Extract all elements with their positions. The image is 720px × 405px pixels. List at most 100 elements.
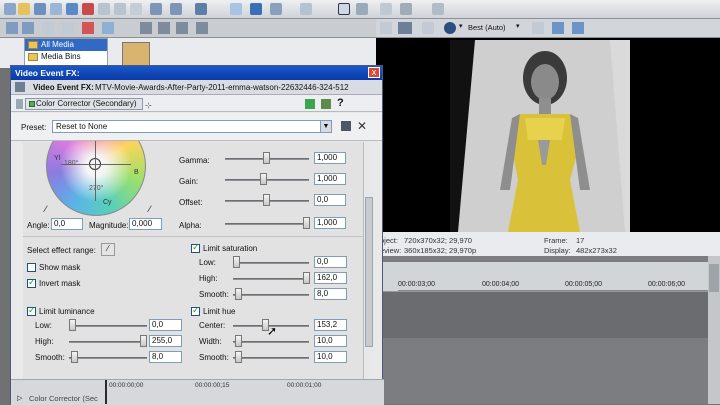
alpha-slider[interactable] — [225, 223, 309, 225]
limit-luminance-checkbox[interactable] — [27, 305, 36, 316]
folder-up-icon[interactable] — [42, 22, 54, 34]
hue-width-thumb[interactable] — [235, 335, 242, 347]
help-icon[interactable]: ? — [337, 97, 344, 109]
hue-width-slider[interactable] — [233, 341, 309, 343]
chevron-down-icon[interactable]: ▼ — [320, 121, 331, 132]
lum-high-input[interactable]: 255,0 — [149, 335, 182, 347]
envelope-tool-icon[interactable] — [356, 3, 368, 15]
crossfade-icon[interactable] — [270, 3, 282, 15]
paste-icon[interactable] — [114, 3, 126, 15]
gain-input[interactable]: 1,000 — [314, 173, 346, 185]
sat-smooth-thumb[interactable] — [235, 288, 242, 300]
copy-icon[interactable] — [98, 3, 110, 15]
sat-high-slider[interactable] — [233, 278, 309, 280]
sat-high-thumb[interactable] — [303, 272, 310, 284]
alpha-slider-thumb[interactable] — [303, 217, 310, 229]
zoom-tool-icon[interactable] — [400, 3, 412, 15]
limit-hue-checkbox[interactable] — [191, 305, 200, 316]
lum-low-slider[interactable] — [69, 325, 147, 327]
properties-icon[interactable] — [50, 3, 62, 15]
video-fx-icon[interactable] — [444, 22, 456, 34]
media-thumbnail[interactable] — [122, 42, 150, 66]
views-icon[interactable] — [196, 22, 208, 34]
overlays-icon[interactable] — [532, 22, 544, 34]
split-screen-icon[interactable] — [422, 22, 434, 34]
chevron-down-icon[interactable]: ▾ — [516, 22, 524, 34]
lock-envelopes-icon[interactable] — [300, 3, 312, 15]
hue-smooth-thumb[interactable] — [235, 351, 242, 363]
media-fx-icon[interactable] — [102, 22, 114, 34]
close-button[interactable]: x — [368, 67, 380, 78]
offset-slider-thumb[interactable] — [263, 194, 270, 206]
play-icon[interactable] — [140, 22, 152, 34]
hue-smooth-slider[interactable] — [233, 357, 309, 359]
sat-low-thumb[interactable] — [233, 256, 240, 268]
scrollbar-thumb[interactable] — [709, 264, 719, 292]
scrollbar-thumb[interactable] — [365, 197, 373, 347]
help-icon[interactable] — [432, 3, 444, 15]
auto-ripple-icon[interactable] — [250, 3, 262, 15]
lum-low-input[interactable]: 0,0 — [149, 319, 182, 331]
lum-smooth-slider[interactable] — [69, 357, 147, 359]
lum-high-slider[interactable] — [69, 341, 147, 343]
selection-tool-icon[interactable] — [380, 3, 392, 15]
offset-input[interactable]: 0,0 — [314, 194, 346, 206]
sat-smooth-slider[interactable] — [233, 294, 309, 296]
cut-icon[interactable] — [82, 3, 94, 15]
expand-arrow-icon[interactable]: ▷ — [17, 394, 22, 402]
chain-scroll-icon[interactable] — [16, 99, 23, 109]
alpha-input[interactable]: 1,000 — [314, 217, 346, 229]
limit-saturation-checkbox[interactable] — [191, 242, 200, 253]
gamma-input[interactable]: 1,000 — [314, 152, 346, 164]
timeline-ruler[interactable]: 00:00:03;00 00:00:04;00 00:00:05;00 00:0… — [376, 262, 710, 292]
new-icon[interactable] — [4, 3, 16, 15]
import-icon[interactable] — [62, 22, 74, 34]
snapping-icon[interactable] — [230, 3, 242, 15]
save-icon[interactable] — [34, 3, 46, 15]
copy-snapshot-icon[interactable] — [552, 22, 564, 34]
bypass-checkbox[interactable] — [29, 101, 35, 107]
invert-mask-checkbox[interactable] — [27, 277, 36, 288]
auto-preview-icon[interactable] — [176, 22, 188, 34]
tree-item-all-media[interactable]: All Media — [25, 39, 107, 51]
stop-icon[interactable] — [158, 22, 170, 34]
delete-icon[interactable] — [130, 3, 142, 15]
eyedropper-icon[interactable]: ⁄ — [149, 204, 151, 214]
gain-slider[interactable] — [225, 179, 309, 181]
lum-high-thumb[interactable] — [140, 335, 147, 347]
sat-high-input[interactable]: 162,0 — [314, 272, 347, 284]
gamma-slider-thumb[interactable] — [263, 152, 270, 164]
hue-center-input[interactable]: 153,2 — [314, 319, 347, 331]
hue-width-input[interactable]: 10,0 — [314, 335, 347, 347]
timeline-scrollbar[interactable] — [708, 256, 720, 404]
eyedropper-icon[interactable]: ⁄ — [101, 243, 115, 256]
parameters-scrollbar[interactable] — [363, 142, 373, 404]
undo-icon[interactable] — [150, 3, 162, 15]
angle-input[interactable]: 0,0 — [51, 218, 83, 230]
eyedropper-icon[interactable]: ⁄ — [45, 204, 47, 214]
open-icon[interactable] — [18, 3, 30, 15]
remove-plugin-icon[interactable] — [321, 99, 331, 109]
show-mask-checkbox[interactable] — [27, 263, 36, 272]
lum-smooth-input[interactable]: 8,0 — [149, 351, 182, 363]
plugin-chooser-icon[interactable] — [305, 99, 315, 109]
lum-low-thumb[interactable] — [69, 319, 76, 331]
delete-preset-icon[interactable]: ✕ — [357, 119, 367, 133]
redo-icon[interactable] — [170, 3, 182, 15]
lum-smooth-thumb[interactable] — [71, 351, 78, 363]
remove-icon[interactable] — [82, 22, 94, 34]
properties-icon[interactable] — [380, 22, 392, 34]
fx-chain-item[interactable]: Color Corrector (Secondary) — [25, 98, 143, 110]
back-icon[interactable] — [6, 22, 18, 34]
preview-quality-select[interactable]: Best (Auto) — [468, 23, 506, 32]
keyframe-cursor[interactable] — [105, 380, 107, 404]
sat-low-slider[interactable] — [233, 262, 309, 264]
sat-low-input[interactable]: 0,0 — [314, 256, 347, 268]
gain-slider-thumb[interactable] — [260, 173, 267, 185]
preset-select[interactable]: Reset to None ▼ — [52, 120, 332, 133]
video-track[interactable] — [376, 292, 710, 338]
save-preset-icon[interactable] — [341, 121, 351, 131]
edit-tool-icon[interactable] — [195, 3, 207, 15]
forward-icon[interactable] — [22, 22, 34, 34]
sat-smooth-input[interactable]: 8,0 — [314, 288, 347, 300]
